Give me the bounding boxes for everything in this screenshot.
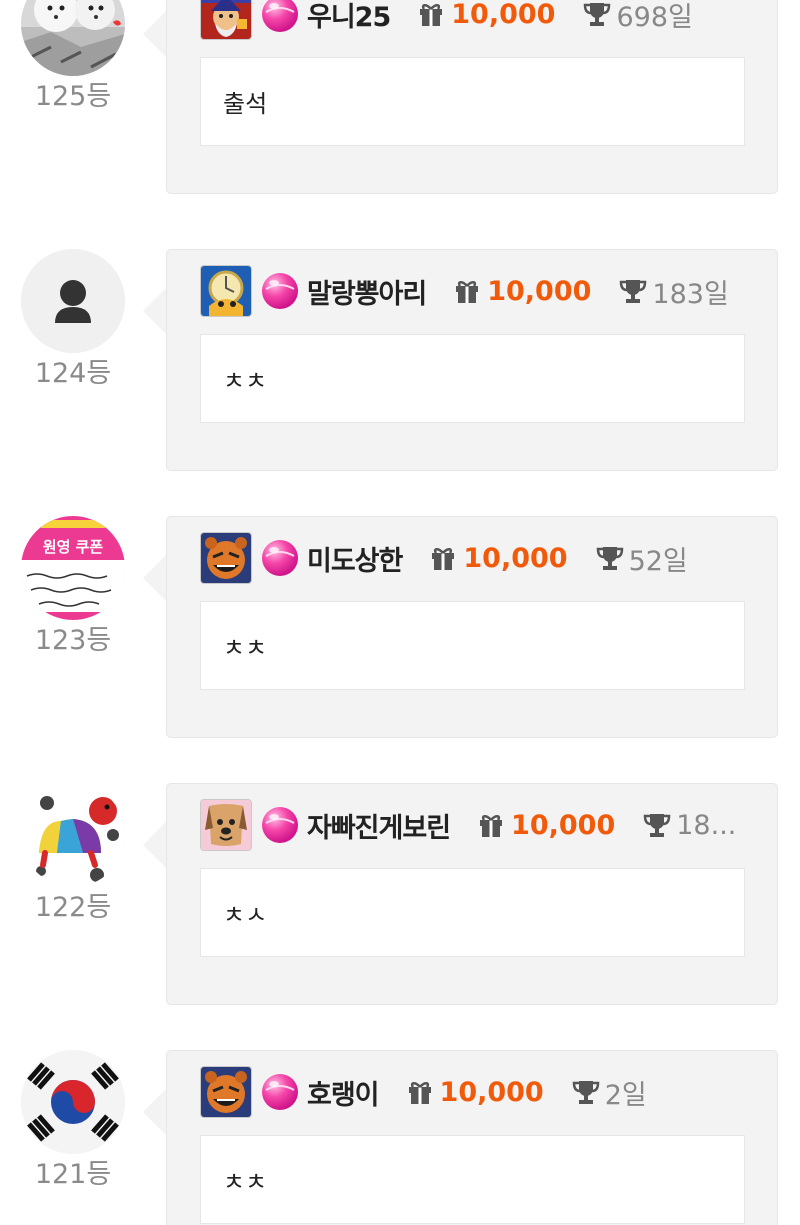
trophy-icon bbox=[584, 3, 611, 26]
points-value: 10,000 bbox=[511, 809, 616, 841]
comment-message: 출석 bbox=[200, 57, 745, 146]
comment-meta: 자빠진게보린 10,000 18... bbox=[200, 798, 770, 852]
list-item: 원영 쿠폰 123등 미도상한 10,000 52일 ㅊㅊ bbox=[0, 516, 800, 783]
nickname[interactable]: 호랭이 bbox=[307, 1073, 380, 1112]
nickname[interactable]: 말랑뽕아리 bbox=[307, 272, 427, 311]
gift-icon bbox=[420, 4, 443, 26]
comment-card: 호랭이 10,000 2일 ㅊㅊ bbox=[166, 1050, 778, 1225]
comment-meta: 미도상한 10,000 52일 bbox=[200, 531, 770, 585]
comment-card: 미도상한 10,000 52일 ㅊㅊ bbox=[166, 516, 778, 738]
turtle-avatar[interactable] bbox=[21, 783, 125, 887]
card-pointer bbox=[143, 1088, 167, 1136]
comment-card: 우니25 10,000 698일 출석 bbox=[166, 0, 778, 194]
trophy-icon bbox=[572, 1081, 599, 1104]
list-item: 125등 우니25 10,000 698일 출석 bbox=[0, 0, 800, 239]
list-item: 124등 말랑뽕아리 10,000 183일 ㅊㅊ bbox=[0, 249, 800, 516]
card-pointer bbox=[143, 554, 167, 602]
list-item: 121등 호랭이 10,000 2일 ㅊㅊ bbox=[0, 1050, 800, 1225]
attendance-days: 18... bbox=[676, 809, 737, 841]
attendance-days: 183일 bbox=[652, 278, 729, 310]
coupon-text: 원영 쿠폰 bbox=[43, 538, 104, 556]
clock-knight-level-icon bbox=[200, 265, 252, 317]
trophy-icon bbox=[643, 814, 671, 837]
rank-label: 124등 bbox=[34, 358, 112, 389]
nickname[interactable]: 미도상한 bbox=[307, 539, 403, 578]
comment-message: ㅊㅅ bbox=[200, 868, 745, 957]
card-pointer bbox=[143, 821, 167, 869]
comment-meta: 말랑뽕아리 10,000 183일 bbox=[200, 264, 770, 318]
default-person-avatar[interactable] bbox=[21, 249, 125, 353]
comment-meta: 우니25 10,000 698일 bbox=[200, 0, 770, 41]
nickname[interactable]: 우니25 bbox=[307, 0, 391, 34]
trophy-icon bbox=[596, 547, 623, 570]
candy-icon bbox=[262, 540, 298, 576]
wizard-level-icon bbox=[200, 0, 252, 40]
rank-label: 121등 bbox=[34, 1159, 112, 1190]
nickname[interactable]: 자빠진게보린 bbox=[307, 806, 451, 845]
rank-label: 123등 bbox=[34, 625, 112, 656]
attendance-days: 2일 bbox=[604, 1079, 647, 1111]
comment-card: 말랑뽕아리 10,000 183일 ㅊㅊ bbox=[166, 249, 778, 471]
korea-flag-avatar[interactable] bbox=[21, 1050, 125, 1154]
gift-icon bbox=[432, 548, 455, 570]
attendance-days: 698일 bbox=[616, 1, 693, 33]
card-pointer bbox=[143, 287, 167, 335]
bear-level-icon bbox=[200, 1066, 252, 1118]
card-pointer bbox=[143, 10, 167, 58]
points-value: 10,000 bbox=[439, 1076, 544, 1108]
comment-message: ㅊㅊ bbox=[200, 1135, 745, 1224]
comment-message: ㅊㅊ bbox=[200, 334, 745, 423]
attendance-days: 52일 bbox=[628, 545, 688, 577]
points-value: 10,000 bbox=[487, 275, 592, 307]
list-item: 122등 자빠진게보린 10,000 18... ㅊㅅ bbox=[0, 783, 800, 1050]
comment-card: 자빠진게보린 10,000 18... ㅊㅅ bbox=[166, 783, 778, 1005]
points-value: 10,000 bbox=[451, 0, 556, 30]
bear-level-icon bbox=[200, 532, 252, 584]
candy-icon bbox=[262, 1074, 298, 1110]
comment-message: ㅊㅊ bbox=[200, 601, 745, 690]
candy-icon bbox=[262, 273, 298, 309]
rank-label: 125등 bbox=[34, 81, 112, 112]
gift-icon bbox=[408, 1082, 431, 1104]
gift-icon bbox=[480, 815, 503, 837]
gift-icon bbox=[456, 281, 479, 303]
puppies-photo-avatar[interactable] bbox=[21, 0, 125, 76]
candy-icon bbox=[262, 807, 298, 843]
points-value: 10,000 bbox=[463, 542, 568, 574]
dog-level-icon bbox=[200, 799, 252, 851]
trophy-icon bbox=[620, 280, 647, 303]
rank-label: 122등 bbox=[34, 892, 112, 923]
comment-meta: 호랭이 10,000 2일 bbox=[200, 1065, 770, 1119]
coupon-avatar[interactable]: 원영 쿠폰 bbox=[21, 516, 125, 620]
candy-icon bbox=[262, 0, 298, 32]
attendance-list: 125등 우니25 10,000 698일 출석 124등 말랑뽕아리 10,0… bbox=[0, 0, 800, 1225]
